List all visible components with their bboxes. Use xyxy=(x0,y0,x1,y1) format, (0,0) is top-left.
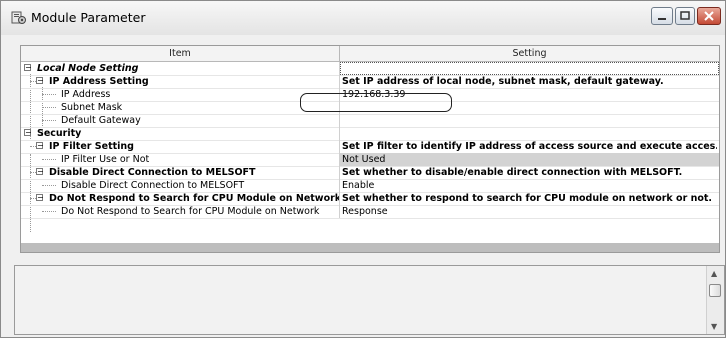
row-setting: Set IP address of local node, subnet mas… xyxy=(342,76,664,87)
tree-row-disable-direct-connection-setting[interactable]: − Disable Direct Connection to MELSOFT S… xyxy=(21,166,719,180)
module-parameter-window: Module Parameter Item Setting − Local No… xyxy=(0,0,726,338)
description-pane: ▲ ▼ xyxy=(14,265,725,335)
ip-filter-use-select[interactable]: Not Used xyxy=(340,153,719,166)
row-label: Disable Direct Connection to MELSOFT xyxy=(49,167,256,178)
row-label: IP Address Setting xyxy=(49,76,149,87)
vertical-scrollbar[interactable]: ▲ ▼ xyxy=(706,266,724,334)
tree-row-local-node-setting[interactable]: − Local Node Setting xyxy=(21,62,719,76)
grid-footer-bar xyxy=(21,243,719,252)
grid-header: Item Setting xyxy=(21,46,719,62)
tree-row-ip-filter-setting[interactable]: − IP Filter Setting Set IP filter to ide… xyxy=(21,140,719,154)
collapse-toggle-icon[interactable]: − xyxy=(24,64,32,72)
header-item[interactable]: Item xyxy=(21,46,340,61)
collapse-toggle-icon[interactable]: − xyxy=(36,142,44,150)
row-label: Do Not Respond to Search for CPU Module … xyxy=(61,206,320,217)
scroll-up-icon[interactable]: ▲ xyxy=(711,269,717,278)
row-label: Security xyxy=(37,128,82,139)
row-setting xyxy=(342,127,717,140)
tree-connector xyxy=(42,120,56,121)
row-setting: Set whether to disable/enable direct con… xyxy=(342,167,683,178)
row-label: Disable Direct Connection to MELSOFT xyxy=(61,180,245,191)
scroll-down-icon[interactable]: ▼ xyxy=(711,322,717,331)
row-label: Local Node Setting xyxy=(37,63,139,74)
tree-connector xyxy=(42,211,56,212)
direct-connection-select[interactable]: Enable xyxy=(342,179,717,192)
collapse-toggle-icon[interactable]: − xyxy=(36,168,44,176)
collapse-toggle-icon[interactable]: − xyxy=(36,194,44,202)
minimize-icon xyxy=(658,18,666,20)
row-label: Subnet Mask xyxy=(61,102,123,113)
window-controls xyxy=(651,7,721,29)
tree-row-ip-filter-use[interactable]: IP Filter Use or Not Not Used xyxy=(21,153,719,167)
scrollbar-thumb[interactable] xyxy=(709,284,721,297)
collapse-toggle-icon[interactable]: − xyxy=(24,129,32,137)
tree-connector xyxy=(42,94,56,95)
maximize-icon xyxy=(680,11,690,20)
focus-cell[interactable] xyxy=(340,62,719,75)
row-label: IP Address xyxy=(61,89,111,100)
default-gateway-input[interactable] xyxy=(342,114,717,127)
tree-connector xyxy=(42,185,56,186)
tree-row-ip-address-setting[interactable]: − IP Address Setting Set IP address of l… xyxy=(21,75,719,89)
title-bar: Module Parameter xyxy=(1,1,725,35)
parameter-grid: Item Setting − Local Node Setting − IP A… xyxy=(20,45,720,253)
header-setting[interactable]: Setting xyxy=(340,46,719,61)
row-label: Default Gateway xyxy=(61,115,141,126)
close-icon xyxy=(704,11,714,21)
tree-row-do-not-respond[interactable]: Do Not Respond to Search for CPU Module … xyxy=(21,205,719,219)
row-label: IP Filter Setting xyxy=(49,141,134,152)
row-setting: Set whether to respond to search for CPU… xyxy=(342,193,713,204)
tree-row-security[interactable]: − Security xyxy=(21,127,719,141)
tree-row-default-gateway[interactable]: Default Gateway xyxy=(21,114,719,128)
maximize-button[interactable] xyxy=(675,7,695,25)
row-label: Do Not Respond to Search for CPU Module … xyxy=(49,193,340,204)
ip-address-highlight-callout xyxy=(300,93,452,112)
module-parameter-icon xyxy=(11,11,26,24)
collapse-toggle-icon[interactable]: − xyxy=(36,77,44,85)
tree-connector xyxy=(42,107,56,108)
row-setting: Set IP filter to identify IP address of … xyxy=(342,141,717,152)
close-button[interactable] xyxy=(697,7,721,25)
window-title: Module Parameter xyxy=(31,10,146,25)
tree-row-disable-direct-connection[interactable]: Disable Direct Connection to MELSOFT Ena… xyxy=(21,179,719,193)
minimize-button[interactable] xyxy=(651,7,673,25)
tree-row-do-not-respond-setting[interactable]: − Do Not Respond to Search for CPU Modul… xyxy=(21,192,719,206)
tree-connector xyxy=(42,159,56,160)
search-response-select[interactable]: Response xyxy=(342,205,717,218)
row-label: IP Filter Use or Not xyxy=(61,154,150,165)
